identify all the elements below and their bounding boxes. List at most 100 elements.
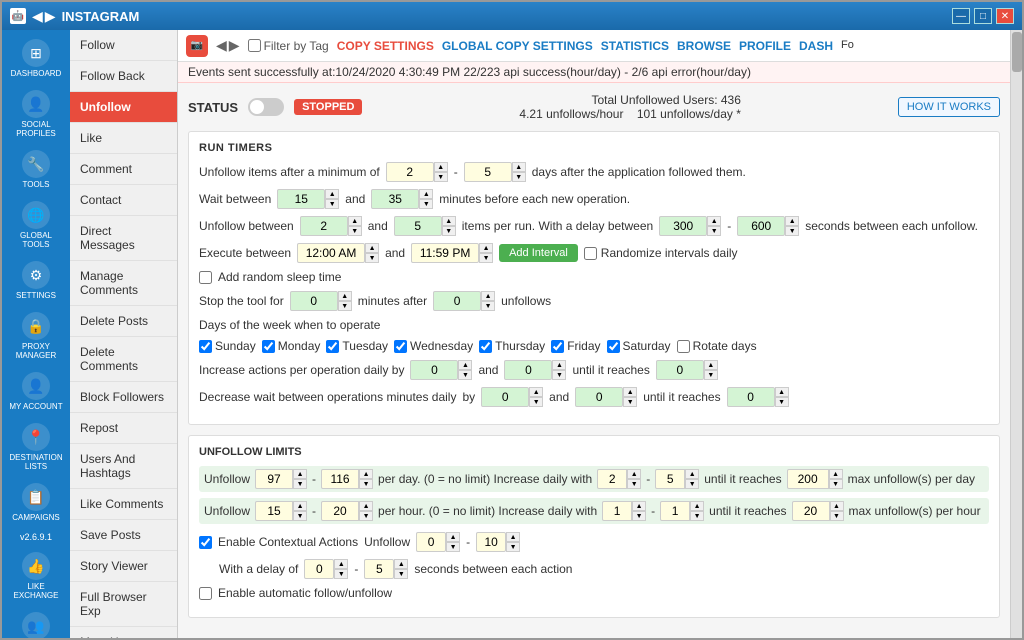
random-sleep-checkbox[interactable] xyxy=(199,271,212,284)
nav-contact[interactable]: Contact xyxy=(70,185,177,216)
inc-dn1[interactable]: ▼ xyxy=(458,370,472,380)
spin-up2[interactable]: ▲ xyxy=(512,162,526,172)
dec-up3[interactable]: ▲ xyxy=(775,387,789,397)
min-days-val2[interactable] xyxy=(464,162,512,182)
nav-manage-comments[interactable]: Manage Comments xyxy=(70,261,177,306)
stop-val1[interactable] xyxy=(290,291,338,311)
limit-day-val1[interactable] xyxy=(255,469,293,489)
limit-hr-val4[interactable] xyxy=(660,501,690,521)
i-dn2[interactable]: ▼ xyxy=(442,226,456,236)
s-up1[interactable]: ▲ xyxy=(338,291,352,301)
day-rotate[interactable]: Rotate days xyxy=(677,339,757,353)
nav-story-viewer[interactable]: Story Viewer xyxy=(70,551,177,582)
s-up2[interactable]: ▲ xyxy=(481,291,495,301)
ld-up1[interactable]: ▲ xyxy=(293,469,307,479)
dec-input1[interactable]: ▲▼ xyxy=(481,387,543,407)
delay-a-input1[interactable]: ▲▼ xyxy=(304,559,348,579)
scrollbar[interactable] xyxy=(1010,30,1022,638)
add-interval-button[interactable]: Add Interval xyxy=(499,244,578,262)
nav-mute-users[interactable]: Mute Users xyxy=(70,627,177,638)
wait-val1[interactable] xyxy=(277,189,325,209)
inc-val3[interactable] xyxy=(656,360,704,380)
lh-up1[interactable]: ▲ xyxy=(293,501,307,511)
dec-val1[interactable] xyxy=(481,387,529,407)
lh-dn2[interactable]: ▼ xyxy=(359,511,373,521)
stop-input1[interactable]: ▲▼ xyxy=(290,291,352,311)
day-friday[interactable]: Friday xyxy=(551,339,600,353)
statistics-link[interactable]: STATISTICS xyxy=(601,39,669,53)
nav-repost[interactable]: Repost xyxy=(70,413,177,444)
ld-dn1[interactable]: ▼ xyxy=(293,479,307,489)
inc-val1[interactable] xyxy=(410,360,458,380)
nav-block-followers[interactable]: Block Followers xyxy=(70,382,177,413)
limit-day-input1[interactable]: ▲▼ xyxy=(255,469,307,489)
lh-up4[interactable]: ▲ xyxy=(690,501,704,511)
limit-day-val2[interactable] xyxy=(321,469,359,489)
nav-unfollow[interactable]: Unfollow ▲ xyxy=(70,92,177,123)
nav-full-browser[interactable]: Full Browser Exp xyxy=(70,582,177,627)
da-up2[interactable]: ▲ xyxy=(394,559,408,569)
sidebar-item-global-tools[interactable]: 🌐 GLOBAL TOOLS xyxy=(6,196,66,254)
min-days-val1[interactable] xyxy=(386,162,434,182)
stop-val2[interactable] xyxy=(433,291,481,311)
delay-input2[interactable]: ▲▼ xyxy=(737,216,799,236)
lh-up2[interactable]: ▲ xyxy=(359,501,373,511)
limit-day-val3[interactable] xyxy=(597,469,627,489)
inc-val2[interactable] xyxy=(504,360,552,380)
limit-day-input3[interactable]: ▲▼ xyxy=(597,469,641,489)
limit-day-input5[interactable]: ▲▼ xyxy=(787,469,843,489)
spin-down2[interactable]: ▼ xyxy=(512,172,526,182)
lh-dn1[interactable]: ▼ xyxy=(293,511,307,521)
ctx-input1[interactable]: ▲▼ xyxy=(416,532,460,552)
items-val1[interactable] xyxy=(300,216,348,236)
lh-up5[interactable]: ▲ xyxy=(830,501,844,511)
day-tuesday[interactable]: Tuesday xyxy=(326,339,388,353)
dec-val3[interactable] xyxy=(727,387,775,407)
contextual-checkbox[interactable] xyxy=(199,536,212,549)
limit-day-val4[interactable] xyxy=(655,469,685,489)
items-input2[interactable]: ▲▼ xyxy=(394,216,456,236)
ctx-dn2[interactable]: ▼ xyxy=(506,542,520,552)
ld-up3[interactable]: ▲ xyxy=(627,469,641,479)
w-up1[interactable]: ▲ xyxy=(325,189,339,199)
time-from-group[interactable]: ▲▼ xyxy=(297,243,379,263)
auto-follow-checkbox[interactable] xyxy=(199,587,212,600)
inc-input3[interactable]: ▲▼ xyxy=(656,360,718,380)
ld-up5[interactable]: ▲ xyxy=(829,469,843,479)
delay-input1[interactable]: ▲▼ xyxy=(659,216,721,236)
items-val2[interactable] xyxy=(394,216,442,236)
sidebar-item-tools[interactable]: 🔧 TOOLS xyxy=(6,145,66,194)
close-button[interactable]: ✕ xyxy=(996,8,1014,24)
min-days-input2[interactable]: ▲▼ xyxy=(464,162,526,182)
da-dn1[interactable]: ▼ xyxy=(334,569,348,579)
dec-val2[interactable] xyxy=(575,387,623,407)
dec-dn1[interactable]: ▼ xyxy=(529,397,543,407)
stop-input2[interactable]: ▲▼ xyxy=(433,291,495,311)
time-to-group[interactable]: ▲▼ xyxy=(411,243,493,263)
inc-up3[interactable]: ▲ xyxy=(704,360,718,370)
back-arrow[interactable]: ◀ xyxy=(32,8,43,25)
s-dn1[interactable]: ▼ xyxy=(338,301,352,311)
w-dn2[interactable]: ▼ xyxy=(419,199,433,209)
da-dn2[interactable]: ▼ xyxy=(394,569,408,579)
limit-hr-val3[interactable] xyxy=(602,501,632,521)
delay-a-input2[interactable]: ▲▼ xyxy=(364,559,408,579)
wait-input1[interactable]: ▲▼ xyxy=(277,189,339,209)
d-up2[interactable]: ▲ xyxy=(785,216,799,226)
dec-input3[interactable]: ▲▼ xyxy=(727,387,789,407)
window-controls[interactable]: — □ ✕ xyxy=(952,8,1014,24)
d-dn2[interactable]: ▼ xyxy=(785,226,799,236)
ld-dn5[interactable]: ▼ xyxy=(829,479,843,489)
scrollbar-thumb[interactable] xyxy=(1012,32,1022,72)
inc-input1[interactable]: ▲▼ xyxy=(410,360,472,380)
nav-follow-back[interactable]: Follow Back xyxy=(70,61,177,92)
delay-val1[interactable] xyxy=(659,216,707,236)
limit-hr-val5[interactable] xyxy=(792,501,830,521)
limit-hr-input1[interactable]: ▲▼ xyxy=(255,501,307,521)
day-monday[interactable]: Monday xyxy=(262,339,321,353)
nav-delete-posts[interactable]: Delete Posts xyxy=(70,306,177,337)
inc-input2[interactable]: ▲▼ xyxy=(504,360,566,380)
w-up2[interactable]: ▲ xyxy=(419,189,433,199)
day-wednesday[interactable]: Wednesday xyxy=(394,339,473,353)
minimize-button[interactable]: — xyxy=(952,8,970,24)
